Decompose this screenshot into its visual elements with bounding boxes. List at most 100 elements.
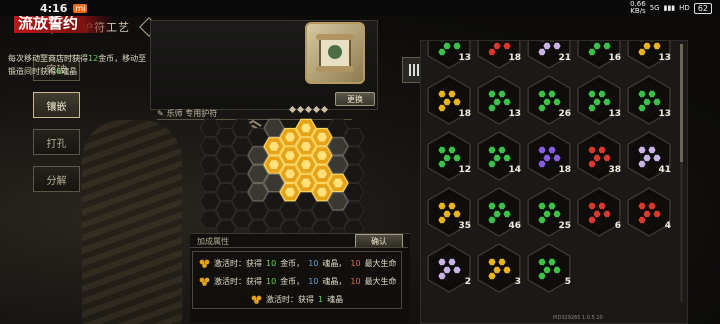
socket-bg-cell <box>343 146 365 165</box>
gem-count: 18 <box>508 53 521 63</box>
gem-slot[interactable]: 13 <box>475 75 523 125</box>
gem-cluster-icon <box>199 277 210 286</box>
gem-slot[interactable]: 3 <box>475 243 523 293</box>
socket-empty <box>247 182 269 202</box>
network-speed: 0.66 KB/s <box>630 0 646 15</box>
socket-bg-cell <box>215 146 237 165</box>
socket-bg-cell <box>311 201 333 220</box>
gem-slot[interactable]: 35 <box>425 187 473 237</box>
socket-empty <box>247 164 269 184</box>
gem-slot[interactable]: 13 <box>575 75 623 125</box>
socket-bg-cell <box>215 183 237 202</box>
socket-bg-cell <box>327 210 349 229</box>
menu-item-3[interactable]: 分解 <box>33 166 80 192</box>
attribute-item: 激活时：获得 10 金币， 10 魂晶， 10 最大生命 <box>199 276 397 287</box>
status-bar: 4:16 mi 0.66 KB/s 5G ▮▮▮ HD 62 <box>0 0 720 16</box>
socket-empty <box>247 146 269 165</box>
gem-slot[interactable]: 41 <box>625 131 673 181</box>
gem-slot[interactable]: 14 <box>475 131 523 181</box>
gem-slot[interactable]: 21 <box>525 41 573 69</box>
gem-slot[interactable]: 18 <box>475 41 523 69</box>
menu-item-1[interactable]: 镶嵌 <box>33 92 80 118</box>
amulet-description: 每次移动至商店时获得12金币，移动至 锻造间时获得6魂晶 <box>8 54 147 76</box>
gem-cluster-icon <box>199 259 210 268</box>
gem-slot[interactable]: 18 <box>425 75 473 125</box>
socket-bg-cell <box>343 201 365 220</box>
gem-slot[interactable]: 5 <box>525 243 573 293</box>
gem-slot[interactable]: 13 <box>425 41 473 69</box>
gem-slot[interactable]: 6 <box>575 187 623 237</box>
gem-count: 4 <box>664 221 671 231</box>
divider <box>190 247 408 248</box>
socket-bg-cell <box>295 192 317 211</box>
gem-count: 13 <box>658 109 671 119</box>
gem-cluster-icon <box>251 295 262 304</box>
attributes-list: 激活时：获得 10 金币， 10 魂晶， 10 最大生命 激活时：获得 10 金币， 10 魂晶， 10… <box>192 251 402 309</box>
background-statue <box>82 120 182 324</box>
feather-icon: ✎ <box>157 109 164 118</box>
socket-bg-cell <box>263 210 285 229</box>
battery-icon: 62 <box>693 2 712 14</box>
gem-count: 6 <box>614 221 621 231</box>
gem-slot[interactable]: 18 <box>525 131 573 181</box>
socket-bg-cell <box>247 128 269 147</box>
confirm-button[interactable]: 确认 <box>355 234 403 248</box>
gem-count: 25 <box>558 221 571 231</box>
gem-slot[interactable]: 38 <box>575 131 623 181</box>
gem-count: 46 <box>508 221 521 231</box>
socket-empty <box>263 118 285 138</box>
socket-bg-cell <box>199 137 221 156</box>
amulet-scroll-icon[interactable] <box>305 22 365 84</box>
socket-bg-cell <box>231 155 253 174</box>
carrier-badge: mi <box>73 3 88 13</box>
gem-slot[interactable]: 4 <box>625 187 673 237</box>
gem-slot[interactable]: 46 <box>475 187 523 237</box>
socket-bg-cell <box>247 201 269 220</box>
signal-hd: HD <box>679 3 690 12</box>
gem-count: 16 <box>608 53 621 63</box>
gem-count: 2 <box>464 277 471 287</box>
socket-bg-cell <box>231 192 253 211</box>
socket-bg-cell <box>263 192 285 211</box>
socket-empty <box>327 155 349 174</box>
socket-bg-cell <box>199 210 221 229</box>
gem-count: 12 <box>458 165 471 175</box>
gem-slot[interactable]: 12 <box>425 131 473 181</box>
socket-bg-cell <box>343 128 365 147</box>
socket-bg-cell <box>231 173 253 193</box>
gem-count: 35 <box>458 221 471 231</box>
network-type: 5G <box>649 3 660 12</box>
gem-slot[interactable]: 26 <box>525 75 573 125</box>
socket-empty <box>327 137 349 156</box>
build-id: PID329265 1.0.5.10 <box>553 315 603 321</box>
replace-button[interactable]: 更换 <box>335 92 375 106</box>
signal-icon: ▮▮▮ <box>663 3 676 12</box>
gem-inventory[interactable]: 13 18 21 16 13 18 13 26 13 13 12 14 18 38 41 35 46 25 6 4 2 3… <box>420 40 688 324</box>
socket-board[interactable] <box>190 118 410 248</box>
socket-bg-cell <box>199 173 221 193</box>
gem-slot[interactable]: 2 <box>425 243 473 293</box>
menu-item-2[interactable]: 打孔 <box>33 129 80 155</box>
socket-bg-cell <box>295 210 317 229</box>
attribute-item: 激活时：获得 10 金币， 10 魂晶， 10 最大生命 <box>199 258 397 269</box>
gem-count: 13 <box>458 53 471 63</box>
socket-bg-cell <box>215 128 237 147</box>
gem-slot[interactable]: 13 <box>625 41 673 69</box>
socket-bg-cell <box>279 201 301 220</box>
socket-bg-cell <box>215 164 237 183</box>
socket-bg-cell <box>199 118 221 138</box>
socket-bg-cell <box>343 164 365 183</box>
gem-count: 41 <box>658 165 671 175</box>
attributes-title: 加成属性 <box>197 237 229 246</box>
gem-slot[interactable]: 25 <box>525 187 573 237</box>
gem-slot[interactable]: 13 <box>625 75 673 125</box>
gem-count: 26 <box>558 109 571 119</box>
socket-bg-cell <box>199 155 221 174</box>
scrollbar-thumb[interactable] <box>680 44 683 162</box>
gem-count: 21 <box>558 53 571 63</box>
socket-bg-cell <box>231 118 253 138</box>
amulet-stars <box>288 105 329 114</box>
socket-empty <box>327 191 349 211</box>
gem-count: 18 <box>458 109 471 119</box>
gem-slot[interactable]: 16 <box>575 41 623 69</box>
